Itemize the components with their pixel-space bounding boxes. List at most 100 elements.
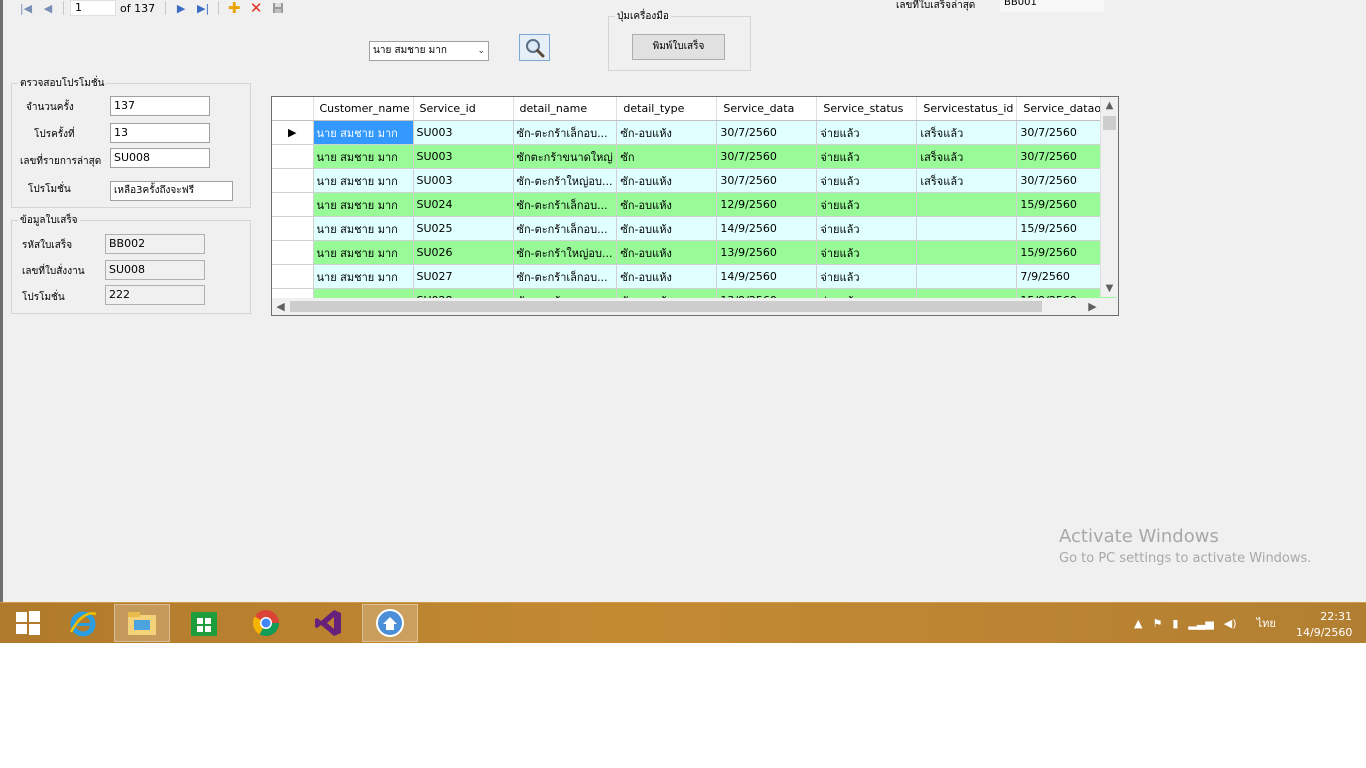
table-cell[interactable]: 12/9/2560 (716, 192, 818, 217)
table-cell[interactable]: ซัก-ตะกร้าเล็กอบ... (513, 216, 618, 241)
table-cell[interactable]: ซัก-ตะกร้าเล็กอบ... (513, 264, 618, 289)
table-cell[interactable]: 13/9/2560 (716, 240, 818, 265)
table-cell[interactable]: จ่ายแล้ว (816, 216, 918, 241)
delete-icon[interactable]: ✕ (245, 0, 267, 17)
table-cell[interactable]: ซัก-ตะกร้าใหญ่อบ... (513, 240, 618, 265)
service-data-grid[interactable]: Customer_name Service_id detail_name det… (271, 96, 1119, 316)
receipt-id-field[interactable]: BB002 (105, 234, 205, 254)
customer-select[interactable]: นาย สมชาย มาก ⌄ (369, 41, 489, 61)
table-cell[interactable]: จ่ายแล้ว (816, 120, 918, 145)
column-header[interactable]: detail_name (513, 97, 618, 121)
column-header[interactable]: Servicestatus_id (916, 97, 1018, 121)
table-row[interactable]: นาย สมชาย มาก SU027 ซัก-ตะกร้าเล็กอบ... … (272, 264, 1118, 289)
file-explorer-icon[interactable] (114, 604, 170, 642)
table-cell[interactable]: เสร็จแล้ว (916, 120, 1018, 145)
table-row[interactable]: ▶ นาย สมชาย มาก SU003 ซัก-ตะกร้าเล็กอบ..… (272, 120, 1118, 145)
table-cell[interactable]: นาย สมชาย มาก (313, 120, 414, 145)
table-cell[interactable]: SU026 (413, 240, 514, 265)
column-header[interactable]: Service_status (816, 97, 918, 121)
chrome-icon[interactable] (238, 604, 294, 642)
clock[interactable]: 22:31 14/9/2560 (1296, 609, 1352, 641)
table-cell[interactable]: ซัก-ตะกร้าใหญ่อบ... (513, 168, 618, 193)
table-cell[interactable]: ซัก-อบแห้ง (616, 120, 718, 145)
column-header[interactable]: Service_id (413, 97, 514, 121)
row-header[interactable] (272, 144, 314, 169)
table-cell[interactable]: นาย สมชาย มาก (313, 240, 414, 265)
app-icon[interactable] (362, 604, 418, 642)
vertical-scrollbar[interactable]: ▲ ▼ (1100, 97, 1118, 297)
visual-studio-icon[interactable] (300, 604, 356, 642)
horizontal-scrollbar[interactable]: ◀ ▶ (272, 298, 1118, 315)
table-cell[interactable] (916, 264, 1018, 289)
scroll-left-icon[interactable]: ◀ (272, 298, 289, 315)
save-icon[interactable] (267, 0, 289, 16)
input-language[interactable]: ไทย (1257, 614, 1276, 632)
table-cell[interactable]: นาย สมชาย มาก (313, 144, 414, 169)
table-cell[interactable]: ซัก-ตะกร้าเล็กอบ... (513, 120, 618, 145)
volume-icon[interactable]: ◀) (1224, 617, 1237, 630)
table-row[interactable]: นาย สมชาย มาก SU026 ซัก-ตะกร้าใหญ่อบ... … (272, 240, 1118, 265)
scroll-down-icon[interactable]: ▼ (1101, 280, 1118, 297)
table-cell[interactable]: นาย สมชาย มาก (313, 168, 414, 193)
table-cell[interactable]: ซัก-ตะกร้าเล็กอบ... (513, 192, 618, 217)
battery-icon[interactable]: ▮ (1172, 617, 1178, 630)
table-cell[interactable]: 30/7/2560 (716, 144, 818, 169)
print-receipt-button[interactable]: พิมพ์ใบเสร็จ (632, 34, 725, 60)
table-cell[interactable]: SU003 (413, 168, 514, 193)
start-icon[interactable] (0, 604, 56, 642)
internet-explorer-icon[interactable] (55, 604, 111, 642)
table-cell[interactable]: ซัก-อบแห้ง (616, 216, 718, 241)
table-row[interactable]: นาย สมชาย มาก SU003 ซัก-ตะกร้าใหญ่อบ... … (272, 168, 1118, 193)
receipt-promotion-field[interactable]: 222 (105, 285, 205, 305)
table-cell[interactable]: 14/9/2560 (716, 216, 818, 241)
table-cell[interactable]: ซัก-อบแห้ง (616, 264, 718, 289)
table-cell[interactable]: ซัก (616, 144, 718, 169)
network-icon[interactable]: ▂▃▅ (1188, 617, 1213, 630)
scroll-up-icon[interactable]: ▲ (1101, 97, 1118, 114)
table-cell[interactable]: SU024 (413, 192, 514, 217)
row-header[interactable] (272, 240, 314, 265)
scroll-right-icon[interactable]: ▶ (1084, 298, 1101, 315)
promotion-field[interactable]: เหลือ3ครั้งถึงจะฟรี (110, 181, 233, 201)
table-cell[interactable]: ซัก-อบแห้ง (616, 168, 718, 193)
count-field[interactable]: 137 (110, 96, 210, 116)
table-cell[interactable]: ซัก-อบแห้ง (616, 192, 718, 217)
table-cell[interactable]: จ่ายแล้ว (816, 144, 918, 169)
current-row-icon[interactable]: ▶ (272, 120, 314, 145)
table-cell[interactable]: นาย สมชาย มาก (313, 192, 414, 217)
table-cell[interactable] (916, 192, 1018, 217)
move-first-icon[interactable]: |◀ (15, 0, 37, 16)
table-cell[interactable]: ซัก-อบแห้ง (616, 240, 718, 265)
column-header[interactable]: detail_type (616, 97, 718, 121)
search-button[interactable] (519, 34, 550, 61)
table-cell[interactable]: จ่ายแล้ว (816, 264, 918, 289)
table-cell[interactable]: SU003 (413, 144, 514, 169)
table-row[interactable]: นาย สมชาย มาก SU003 ซักตะกร้าขนาดใหญ่ ซั… (272, 144, 1118, 169)
show-hidden-icons-icon[interactable]: ▲ (1134, 617, 1142, 630)
promo-times-field[interactable]: 13 (110, 123, 210, 143)
table-row[interactable]: นาย สมชาย มาก SU024 ซัก-ตะกร้าเล็กอบ... … (272, 192, 1118, 217)
add-new-icon[interactable]: ✚ (223, 0, 245, 17)
vertical-scroll-thumb[interactable] (1103, 116, 1116, 130)
move-last-icon[interactable]: ▶| (192, 0, 214, 16)
row-header[interactable] (272, 168, 314, 193)
table-cell[interactable]: SU003 (413, 120, 514, 145)
table-cell[interactable]: 30/7/2560 (716, 168, 818, 193)
table-cell[interactable]: นาย สมชาย มาก (313, 216, 414, 241)
column-header[interactable]: Service_data (716, 97, 818, 121)
move-previous-icon[interactable]: ◀ (37, 0, 59, 16)
move-next-icon[interactable]: ▶ (170, 0, 192, 16)
action-center-icon[interactable]: ⚑ (1152, 617, 1162, 630)
table-cell[interactable]: จ่ายแล้ว (816, 168, 918, 193)
table-cell[interactable]: จ่ายแล้ว (816, 192, 918, 217)
table-cell[interactable] (916, 216, 1018, 241)
table-cell[interactable]: SU027 (413, 264, 514, 289)
table-cell[interactable]: ซักตะกร้าขนาดใหญ่ (513, 144, 618, 169)
position-input[interactable]: 1 (70, 0, 116, 16)
table-row[interactable]: นาย สมชาย มาก SU025 ซัก-ตะกร้าเล็กอบ... … (272, 216, 1118, 241)
table-cell[interactable]: 30/7/2560 (716, 120, 818, 145)
latest-item-field[interactable]: SU008 (110, 148, 210, 168)
table-cell[interactable] (916, 240, 1018, 265)
row-header[interactable] (272, 264, 314, 289)
table-cell[interactable]: เสร็จแล้ว (916, 168, 1018, 193)
